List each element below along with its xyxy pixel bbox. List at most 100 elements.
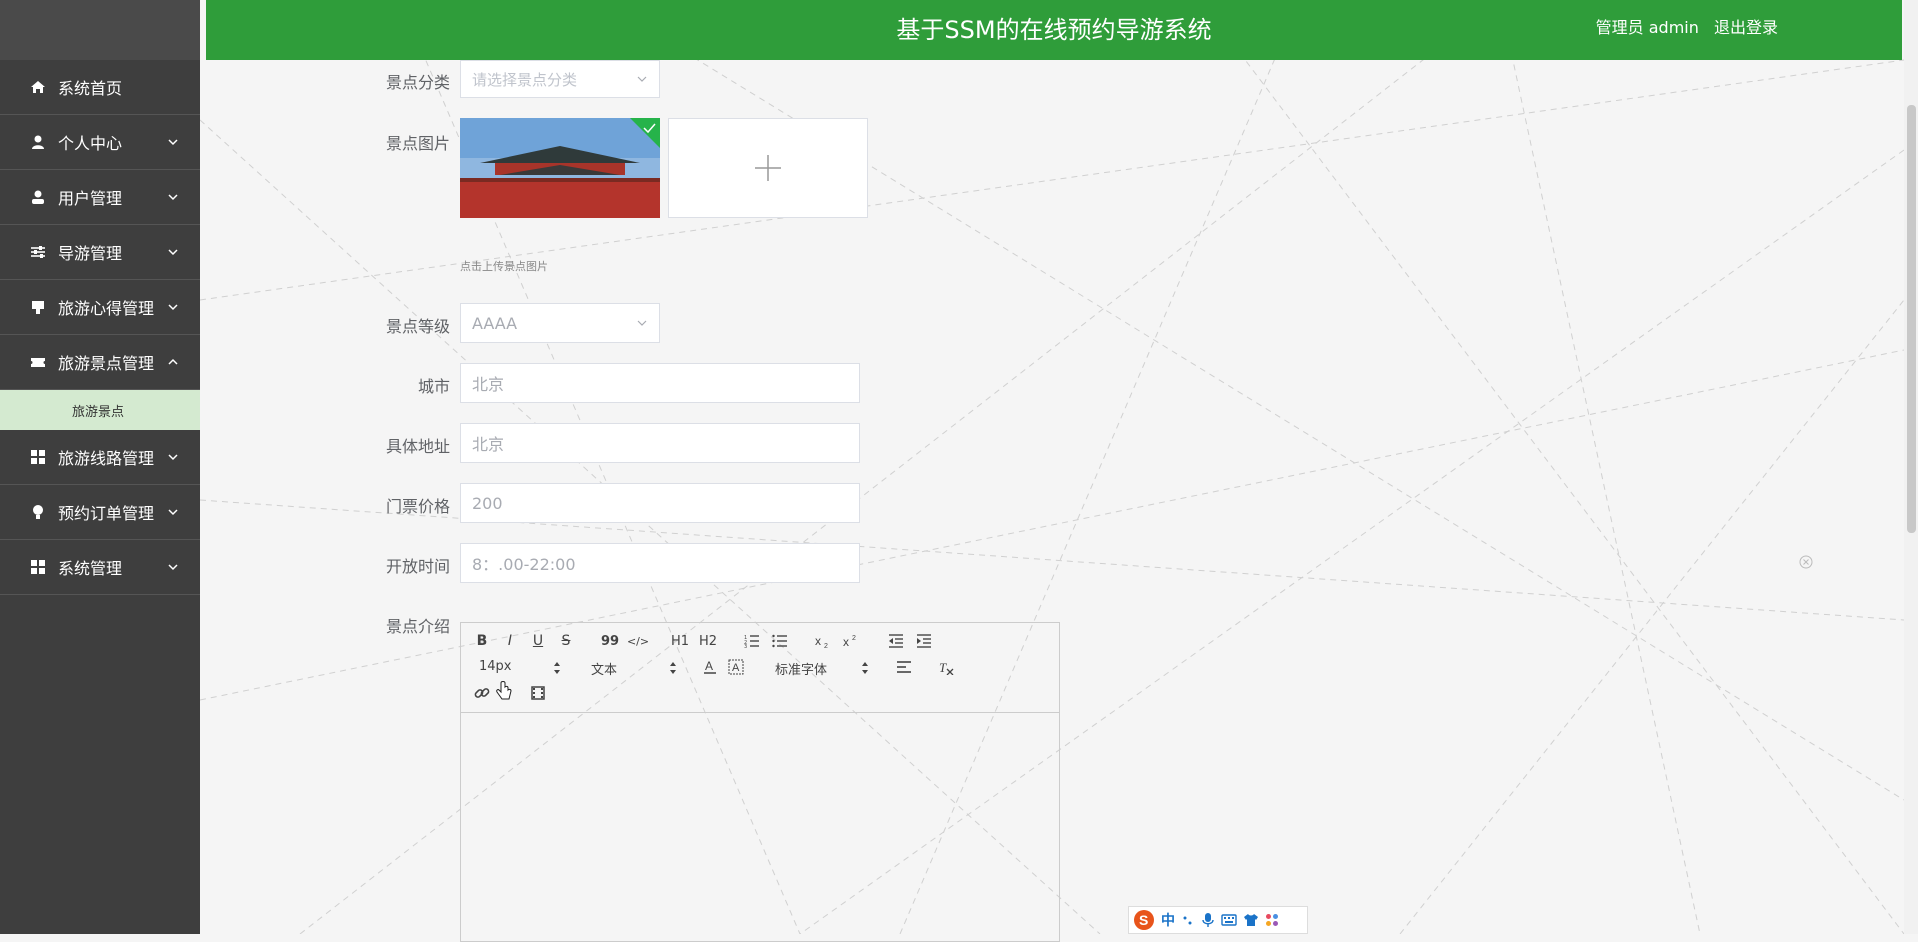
- sidebar-logo-area: [0, 0, 200, 60]
- video-icon[interactable]: [527, 683, 549, 703]
- sidebar-item-label: 系统管理: [58, 559, 123, 578]
- chevron-down-icon: [168, 249, 178, 256]
- sidebar-item-attraction-management[interactable]: 旅游景点管理: [0, 335, 200, 390]
- home-icon: [30, 79, 46, 95]
- city-value: 北京: [472, 375, 505, 394]
- notes-icon: [30, 299, 46, 315]
- ime-toolbar[interactable]: S 中: [1128, 906, 1308, 934]
- background-color-icon[interactable]: A: [725, 657, 747, 677]
- sidebar-item-label: 个人中心: [58, 134, 123, 153]
- price-label: 门票价格: [385, 497, 450, 516]
- sidebar-item-label: 旅游景点管理: [58, 354, 155, 373]
- ime-mode-label[interactable]: 中: [1161, 910, 1175, 930]
- open-time-input[interactable]: 8：.00-22:00: [460, 543, 860, 583]
- cursor-hand-icon: [493, 681, 515, 701]
- city-input[interactable]: 北京: [460, 363, 860, 403]
- text-color-icon[interactable]: A: [699, 657, 721, 677]
- price-input[interactable]: 200: [460, 483, 860, 523]
- chevron-down-icon: [168, 564, 178, 571]
- align-icon[interactable]: [893, 657, 915, 677]
- punctuation-icon[interactable]: [1181, 913, 1195, 927]
- chevron-down-icon: [168, 304, 178, 311]
- level-select[interactable]: AAAA: [460, 303, 660, 343]
- chevron-down-icon: [637, 76, 647, 82]
- logout-link[interactable]: 退出登录: [1714, 18, 1778, 37]
- address-value: 北京: [472, 435, 505, 454]
- font-family-select[interactable]: 标准字体: [775, 659, 869, 678]
- sidebar-item-route-management[interactable]: 旅游线路管理: [0, 430, 200, 485]
- skin-shirt-icon[interactable]: [1243, 913, 1259, 927]
- chevron-down-icon: [168, 139, 178, 146]
- sidebar-subitem-attractions[interactable]: 旅游景点: [0, 390, 200, 430]
- sidebar-item-booking-management[interactable]: 预约订单管理: [0, 485, 200, 540]
- price-value: 200: [472, 493, 503, 513]
- chevron-down-icon: [637, 320, 647, 326]
- svg-text:A: A: [732, 662, 740, 674]
- font-family-value: 标准字体: [775, 663, 828, 678]
- header2-button[interactable]: H2: [697, 631, 719, 651]
- italic-button[interactable]: I: [499, 631, 521, 651]
- sidebar-item-personal-center[interactable]: 个人中心: [0, 115, 200, 170]
- sidebar-item-label: 旅游线路管理: [58, 449, 155, 468]
- font-size-value: 14px: [479, 659, 512, 674]
- subscript-icon[interactable]: x2: [813, 631, 835, 651]
- chevron-down-icon: [168, 509, 178, 516]
- sidebar-subitem-label: 旅游景点: [72, 404, 125, 420]
- svg-text:x: x: [843, 635, 849, 648]
- sidebar-item-system-management[interactable]: 系统管理: [0, 540, 200, 595]
- ordered-list-icon[interactable]: 123: [741, 631, 763, 651]
- svg-text:S: S: [1139, 912, 1148, 928]
- bold-button[interactable]: B: [471, 631, 493, 651]
- level-label: 景点等级: [385, 317, 450, 336]
- svg-text:T: T: [939, 660, 947, 675]
- header-bar: 基于SSM的在线预约导游系统 管理员 admin 退出登录: [206, 0, 1902, 60]
- chevron-up-icon: [168, 358, 178, 365]
- category-select[interactable]: 请选择景点分类: [460, 60, 660, 98]
- upload-hint: 点击上传景点图片: [460, 260, 548, 273]
- page-scrollbar[interactable]: [1904, 0, 1918, 934]
- select-arrows-icon: [670, 662, 676, 674]
- sidebar-item-label: 旅游心得管理: [58, 299, 155, 318]
- sidebar-item-user-management[interactable]: 用户管理: [0, 170, 200, 225]
- user-manage-icon: [30, 189, 46, 205]
- bullet-list-icon[interactable]: [769, 631, 791, 651]
- header1-button[interactable]: H1: [669, 631, 691, 651]
- svg-text:3: 3: [744, 644, 747, 648]
- sidebar: 系统首页 个人中心 用户管理 导游管理 旅游心得管理 旅游景点管理 旅游景点 旅…: [0, 0, 200, 934]
- outdent-icon[interactable]: [885, 631, 907, 651]
- strikethrough-button[interactable]: S: [555, 631, 577, 651]
- close-circle-icon[interactable]: [1798, 554, 1814, 570]
- category-placeholder: 请选择景点分类: [472, 70, 578, 89]
- superscript-icon[interactable]: x2: [841, 631, 863, 651]
- underline-button[interactable]: U: [527, 631, 549, 651]
- address-input[interactable]: 北京: [460, 423, 860, 463]
- sidebar-item-home[interactable]: 系统首页: [0, 60, 200, 115]
- sidebar-item-travel-notes-management[interactable]: 旅游心得管理: [0, 280, 200, 335]
- upload-add-button[interactable]: [668, 118, 868, 218]
- chevron-down-icon: [168, 194, 178, 201]
- toolbox-grid-icon[interactable]: [1265, 913, 1279, 927]
- keyboard-icon[interactable]: [1221, 913, 1237, 927]
- clear-format-icon[interactable]: T: [935, 657, 957, 677]
- uploaded-image-thumbnail[interactable]: [460, 118, 660, 218]
- font-size-select[interactable]: 14px: [479, 659, 561, 677]
- indent-icon[interactable]: [913, 631, 935, 651]
- sliders-icon: [30, 244, 46, 260]
- rich-text-editor[interactable]: B I U S 99 </> H1 H2 123 x2 x2 14px 文本 A…: [460, 622, 1060, 942]
- sidebar-item-label: 导游管理: [58, 244, 123, 263]
- select-arrows-icon: [862, 662, 868, 674]
- scrollbar-thumb[interactable]: [1907, 105, 1916, 533]
- svg-text:2: 2: [852, 635, 856, 642]
- chevron-down-icon: [168, 454, 178, 461]
- sidebar-item-guide-management[interactable]: 导游管理: [0, 225, 200, 280]
- blockquote-button[interactable]: 99: [599, 631, 621, 651]
- open-time-label: 开放时间: [385, 557, 450, 576]
- link-icon[interactable]: [471, 683, 493, 703]
- bulb-icon: [30, 504, 46, 520]
- text-type-select[interactable]: 文本: [591, 659, 677, 678]
- address-label: 具体地址: [385, 437, 450, 456]
- code-block-button[interactable]: </>: [627, 631, 649, 651]
- svg-text:x: x: [815, 634, 821, 648]
- sidebar-item-label: 系统首页: [58, 79, 123, 98]
- microphone-icon[interactable]: [1201, 912, 1215, 928]
